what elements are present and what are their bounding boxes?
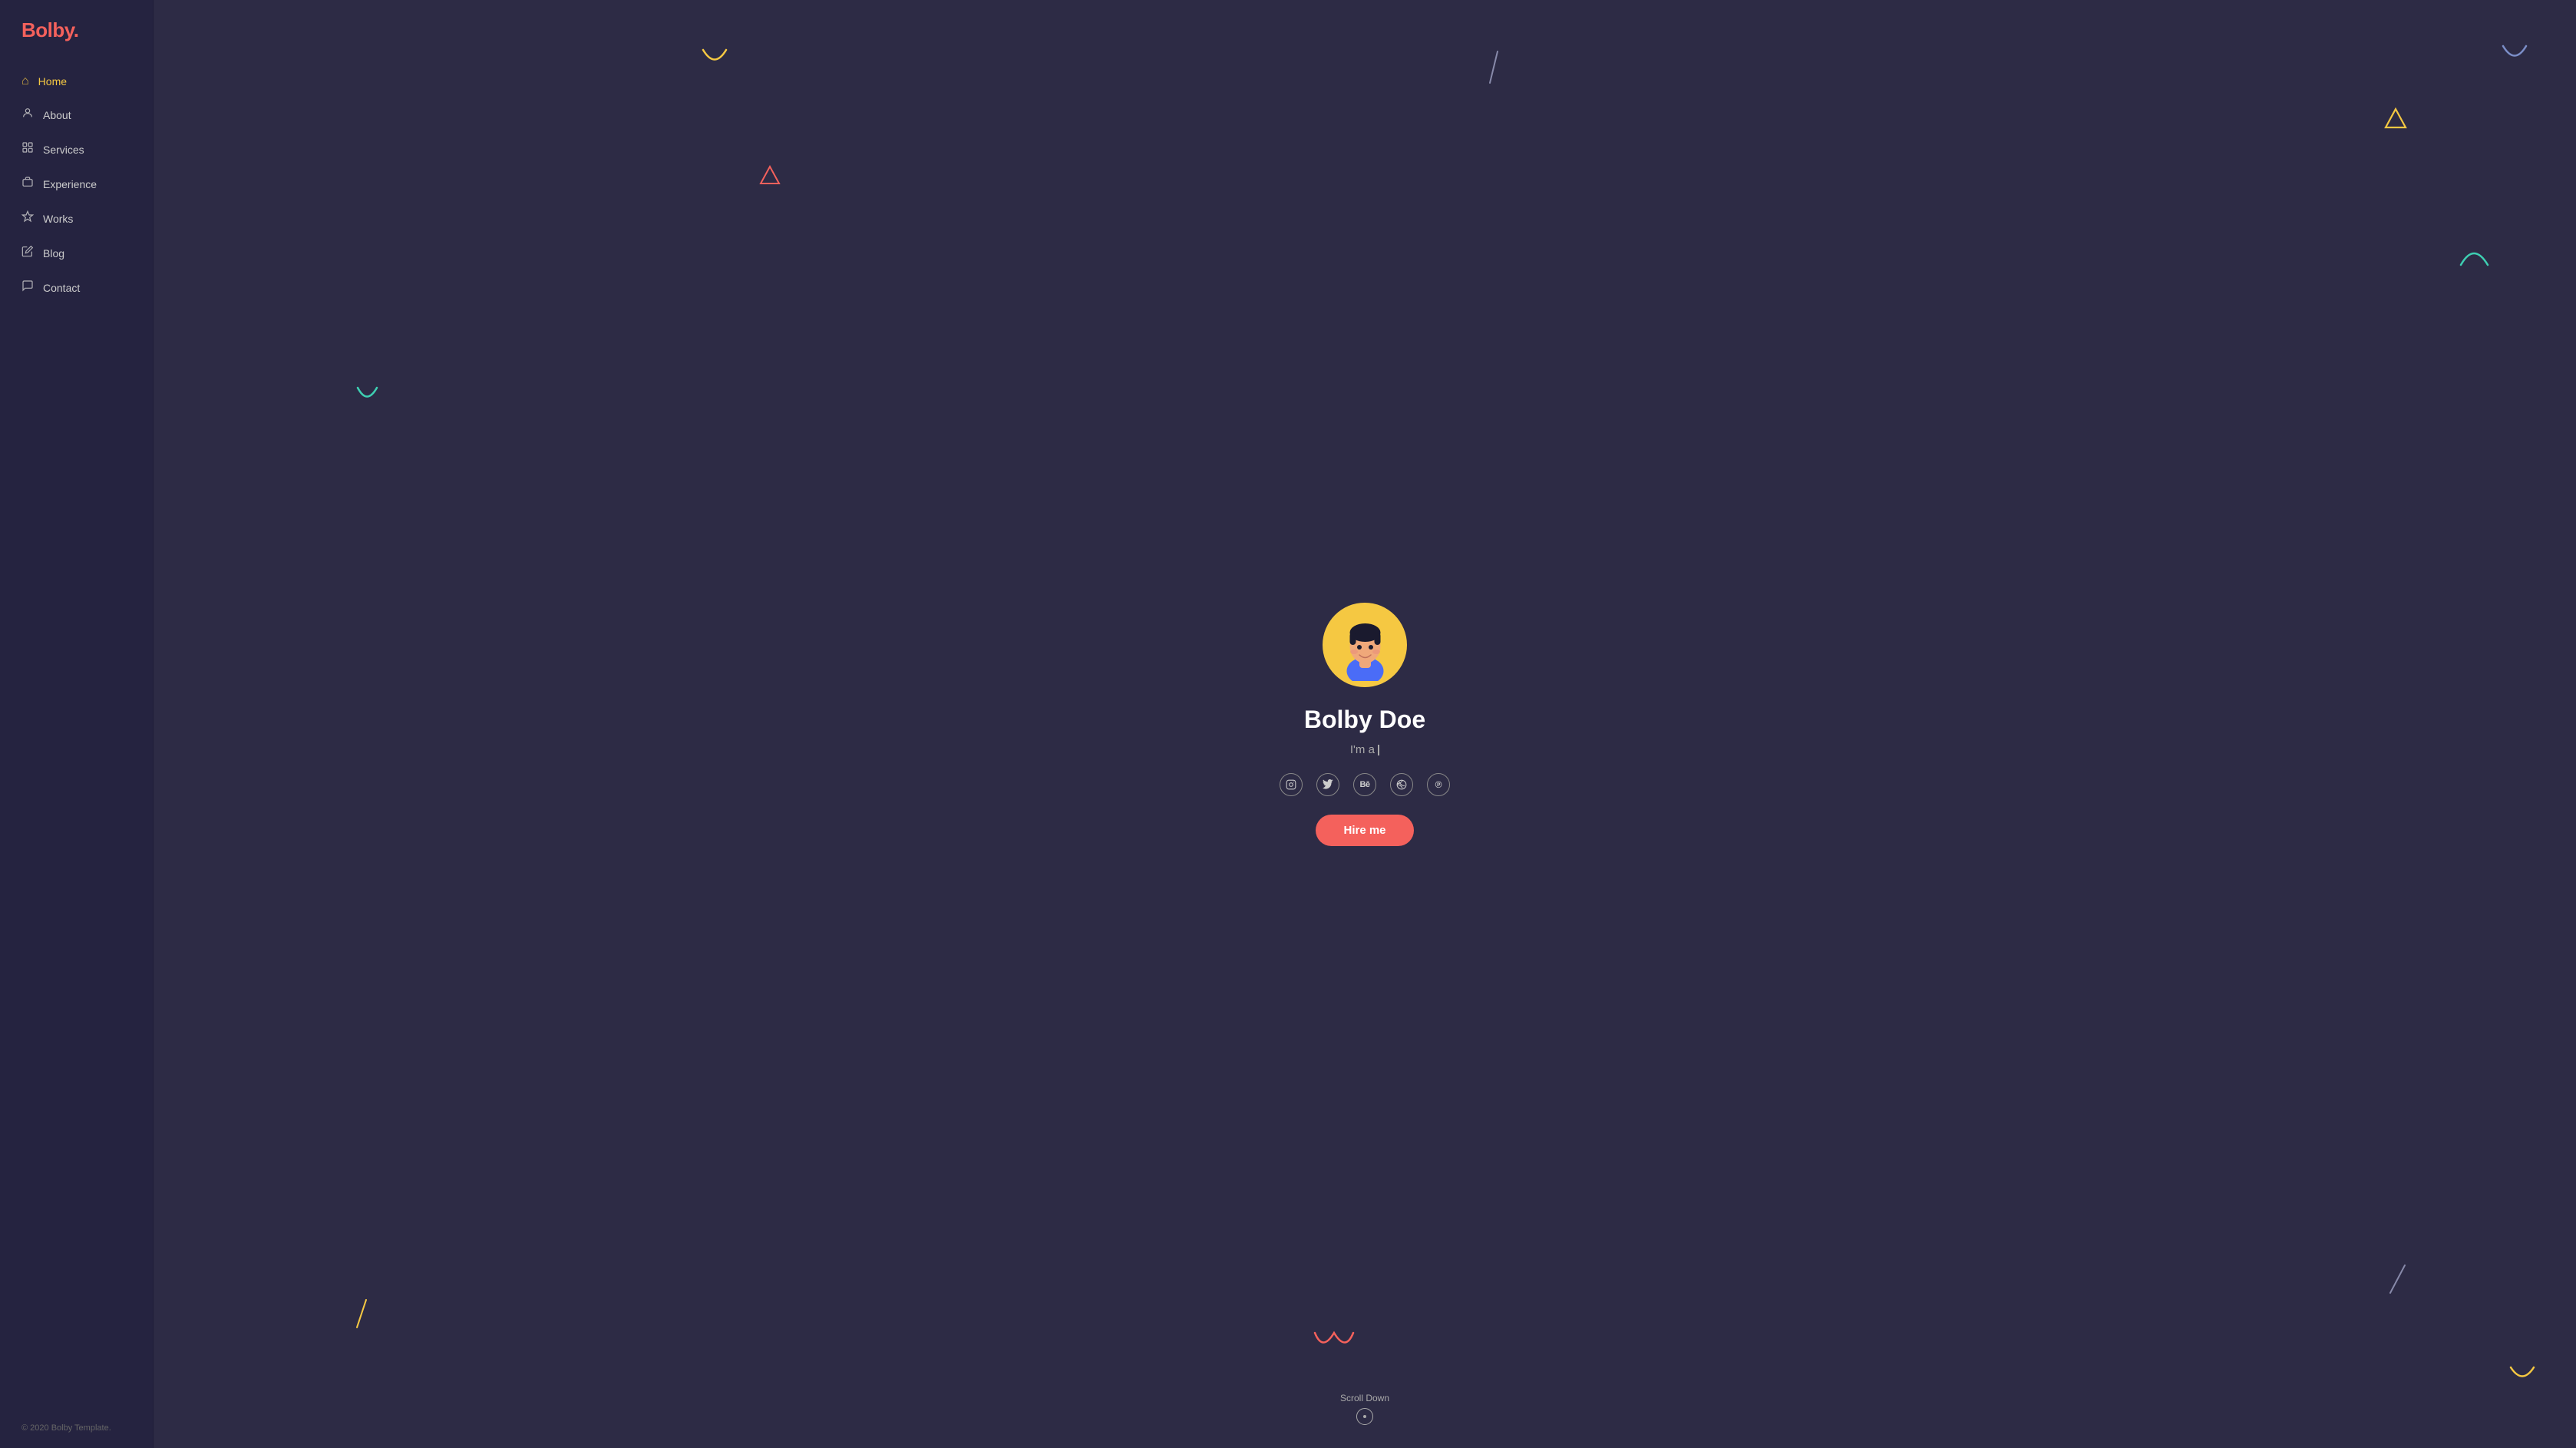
dribbble-icon[interactable]	[1390, 773, 1413, 796]
nav-label-about: About	[43, 109, 71, 121]
nav-item-services[interactable]: Services	[0, 134, 153, 165]
copyright-text: © 2020 Bolby Template.	[21, 1423, 111, 1433]
avatar	[1329, 608, 1402, 681]
behance-icon[interactable]: Bē	[1353, 773, 1376, 796]
deco-arc-left-mid	[354, 384, 381, 407]
deco-triangle-yellow	[2384, 107, 2407, 129]
deco-arc-top-mid	[699, 46, 730, 73]
nav-item-blog[interactable]: Blog	[0, 237, 153, 269]
deco-triangle-red	[759, 165, 781, 185]
nav-label-works: Works	[43, 213, 73, 225]
hero-card: Bolby Doe I'm a Bē ℗ Hire me	[1280, 603, 1450, 846]
contact-icon	[21, 279, 34, 296]
instagram-icon[interactable]	[1280, 773, 1303, 796]
deco-slash-top	[1486, 50, 1501, 84]
nav-item-home[interactable]: ⌂ Home	[0, 67, 153, 96]
nav-item-experience[interactable]: Experience	[0, 168, 153, 200]
scroll-mouse-icon	[1356, 1408, 1373, 1425]
deco-m-shape-bottom	[1311, 1329, 1357, 1356]
deco-arc-bottom-right	[2507, 1364, 2538, 1387]
scroll-down[interactable]: Scroll Down	[1340, 1393, 1389, 1425]
nav-item-works[interactable]: Works	[0, 203, 153, 234]
home-icon: ⌂	[21, 74, 29, 88]
pinterest-icon[interactable]: ℗	[1427, 773, 1450, 796]
experience-icon	[21, 176, 34, 192]
nav-label-services: Services	[43, 144, 84, 156]
nav-item-contact[interactable]: Contact	[0, 272, 153, 303]
hire-me-button[interactable]: Hire me	[1316, 815, 1413, 846]
social-icons: Bē ℗	[1280, 773, 1450, 796]
blog-icon	[21, 245, 34, 261]
nav-label-blog: Blog	[43, 247, 64, 260]
twitter-icon[interactable]	[1316, 773, 1339, 796]
works-icon	[21, 210, 34, 226]
deco-arc-right-mid	[2457, 246, 2492, 269]
main-nav: ⌂ Home About Services Experience	[0, 67, 153, 303]
scroll-label: Scroll Down	[1340, 1393, 1389, 1403]
brand-name: Bolby	[21, 18, 74, 41]
services-icon	[21, 141, 34, 157]
nav-label-contact: Contact	[43, 282, 80, 294]
brand-dot: .	[74, 18, 79, 41]
brand-logo: Bolby.	[0, 18, 153, 67]
nav-label-experience: Experience	[43, 178, 97, 190]
nav-label-home: Home	[38, 75, 67, 88]
hero-name: Bolby Doe	[1304, 706, 1425, 734]
deco-slash-bottom-left	[354, 1298, 369, 1329]
avatar-ring	[1323, 603, 1407, 687]
deco-line-bottom-right	[2388, 1264, 2407, 1294]
subtitle-text: I'm a	[1350, 743, 1378, 756]
deco-arc-top-right	[2499, 42, 2530, 69]
hero-subtitle: I'm a	[1350, 743, 1379, 756]
main-content: Bolby Doe I'm a Bē ℗ Hire me	[154, 0, 2576, 1448]
typing-cursor	[1378, 745, 1379, 755]
about-icon	[21, 107, 34, 123]
nav-item-about[interactable]: About	[0, 99, 153, 131]
sidebar-footer: © 2020 Bolby Template.	[0, 1423, 153, 1433]
sidebar: Bolby. ⌂ Home About Services	[0, 0, 154, 1448]
